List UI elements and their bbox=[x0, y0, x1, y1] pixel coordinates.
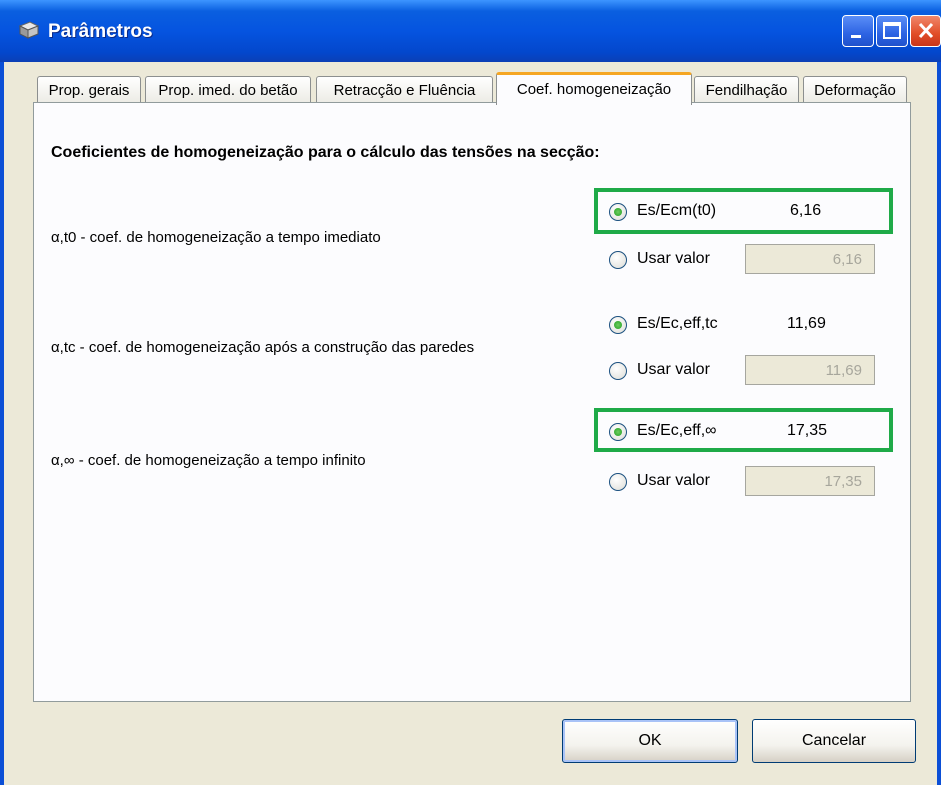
tab-label: Fendilhação bbox=[705, 82, 788, 99]
option-label: Es/Ec,eff,∞ bbox=[637, 422, 717, 439]
custom-value-field-t0[interactable] bbox=[745, 244, 875, 274]
computed-value: 17,35 bbox=[787, 422, 828, 439]
tab-label: Retracção e Fluência bbox=[333, 82, 476, 99]
option-label: Es/Ecm(t0) bbox=[637, 202, 717, 219]
title-bar[interactable]: Parâmetros bbox=[0, 0, 941, 62]
radio-selected-dot bbox=[614, 428, 622, 436]
parameters-dialog: Parâmetros Prop. gerais Prop. imed. do b… bbox=[0, 0, 941, 785]
computed-value: 6,16 bbox=[790, 202, 822, 219]
tab-label: Prop. imed. do betão bbox=[158, 82, 298, 99]
row-label-alpha-tc: α,tc - coef. de homogeneização após a co… bbox=[51, 339, 475, 356]
minimize-button[interactable] bbox=[842, 15, 874, 47]
tab-fendilhacao[interactable]: Fendilhação bbox=[694, 76, 799, 103]
radio-es-ecm-t0[interactable] bbox=[609, 203, 627, 221]
tab-prop-gerais[interactable]: Prop. gerais bbox=[37, 76, 141, 103]
maximize-button[interactable] bbox=[876, 15, 908, 47]
radio-usar-valor-t0[interactable] bbox=[609, 251, 627, 269]
close-icon bbox=[918, 22, 934, 39]
minimize-icon bbox=[851, 35, 861, 38]
tab-label: Prop. gerais bbox=[48, 82, 130, 99]
radio-usar-valor-inf[interactable] bbox=[609, 473, 627, 491]
radio-es-ec-eff-tc[interactable] bbox=[609, 316, 627, 334]
window-frame-right bbox=[937, 62, 941, 785]
close-button[interactable] bbox=[910, 15, 941, 47]
window-frame-left bbox=[0, 62, 4, 785]
option-label: Usar valor bbox=[637, 361, 710, 378]
tab-coef-homogeneizacao[interactable]: Coef. homogeneização bbox=[496, 72, 692, 105]
tab-label: Coef. homogeneização bbox=[516, 81, 672, 98]
option-label: Usar valor bbox=[637, 250, 710, 267]
maximize-icon bbox=[883, 22, 901, 39]
computed-value: 11,69 bbox=[787, 315, 826, 332]
section-heading: Coeficientes de homogeneização para o cá… bbox=[51, 144, 600, 161]
radio-selected-dot bbox=[614, 208, 622, 216]
tab-deformacao[interactable]: Deformação bbox=[803, 76, 907, 103]
radio-usar-valor-tc[interactable] bbox=[609, 362, 627, 380]
tab-prop-imed-betao[interactable]: Prop. imed. do betão bbox=[145, 76, 311, 103]
custom-value-field-tc[interactable] bbox=[745, 355, 875, 385]
window-title: Parâmetros bbox=[48, 21, 153, 42]
row-label-alpha-inf: α,∞ - coef. de homogeneização a tempo in… bbox=[51, 452, 366, 469]
option-label: Usar valor bbox=[637, 472, 710, 489]
radio-selected-dot bbox=[614, 321, 622, 329]
tab-retraccao-fluencia[interactable]: Retracção e Fluência bbox=[316, 76, 493, 103]
radio-es-ec-eff-inf[interactable] bbox=[609, 423, 627, 441]
custom-value-field-inf[interactable] bbox=[745, 466, 875, 496]
app-icon bbox=[18, 21, 40, 39]
row-label-alpha-t0: α,t0 - coef. de homogeneização a tempo i… bbox=[51, 229, 381, 246]
cancel-button[interactable]: Cancelar bbox=[752, 719, 916, 763]
option-label: Es/Ec,eff,tc bbox=[637, 315, 718, 332]
ok-button[interactable]: OK bbox=[562, 719, 738, 763]
tab-label: Deformação bbox=[814, 82, 896, 99]
